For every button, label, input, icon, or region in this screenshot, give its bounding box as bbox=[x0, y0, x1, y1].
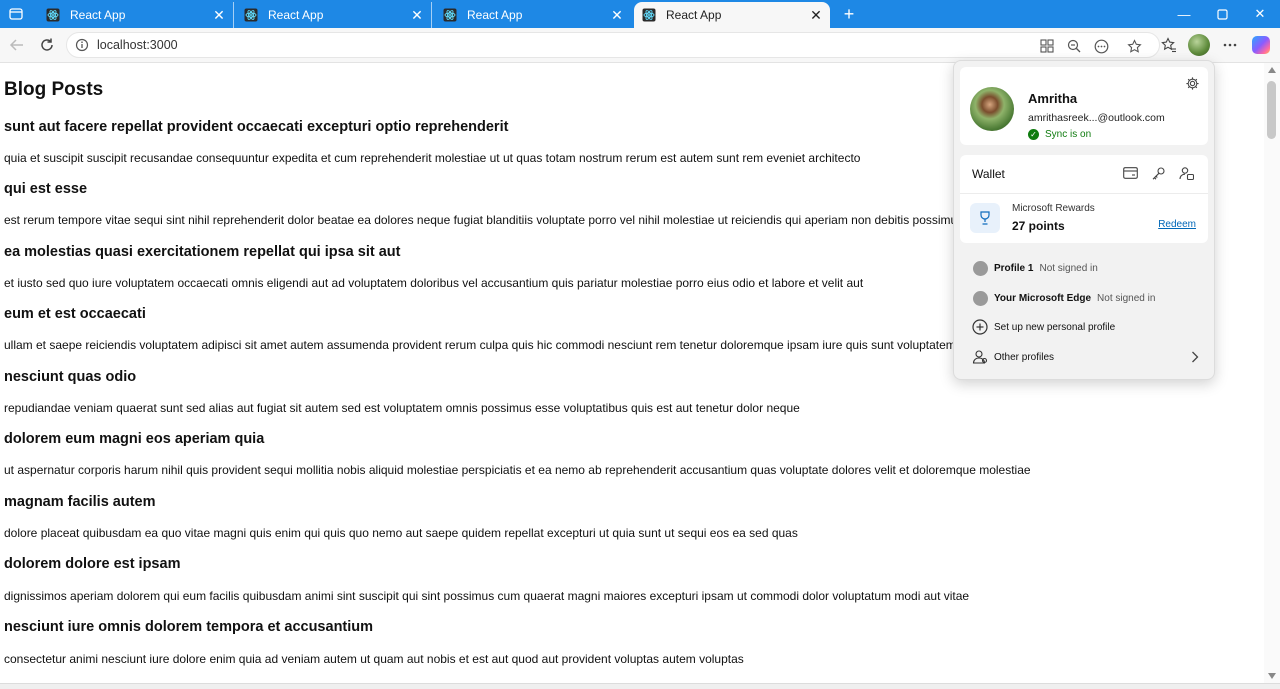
scroll-down-arrow-icon[interactable] bbox=[1268, 673, 1276, 679]
post-title: dolorem eum magni eos aperiam quia bbox=[4, 431, 265, 447]
favorites-icon[interactable] bbox=[1160, 36, 1178, 54]
post-body: consectetur animi nesciunt iure dolore e… bbox=[4, 652, 744, 666]
address-bar[interactable]: localhost:3000 bbox=[66, 32, 1160, 58]
tab-title: React App bbox=[268, 8, 324, 22]
browser-tab-1[interactable]: React App ✕ bbox=[38, 2, 234, 28]
other-profiles-label: Other profiles bbox=[994, 351, 1055, 363]
post-body: ullam et saepe reiciendis voluptatem adi… bbox=[4, 338, 1034, 352]
window-bottom-edge bbox=[0, 683, 1280, 689]
address-url[interactable]: localhost:3000 bbox=[97, 38, 178, 52]
site-info-icon[interactable] bbox=[75, 38, 89, 52]
post-title: ea molestias quasi exercitationem repell… bbox=[4, 244, 401, 260]
post-body: est rerum tempore vitae sequi sint nihil… bbox=[4, 213, 1070, 227]
profile-card: Amritha amrithasreek...@outlook.com ✓ Sy… bbox=[960, 67, 1208, 145]
profile-name: Amritha bbox=[1028, 91, 1078, 106]
personal-info-icon[interactable] bbox=[1178, 165, 1194, 181]
browser-tab-4-active[interactable]: React App ✕ bbox=[634, 2, 830, 28]
scrollbar-thumb[interactable] bbox=[1267, 81, 1276, 139]
zoom-out-icon[interactable] bbox=[1066, 38, 1082, 54]
post-title: sunt aut facere repellat provident occae… bbox=[4, 119, 509, 135]
scroll-up-arrow-icon[interactable] bbox=[1268, 67, 1276, 73]
react-favicon-icon bbox=[244, 8, 258, 22]
close-tab-icon[interactable]: ✕ bbox=[609, 7, 625, 23]
settings-more-icon[interactable] bbox=[1221, 36, 1239, 54]
redeem-link[interactable]: Redeem bbox=[1158, 219, 1196, 230]
browser-tab-3[interactable]: React App ✕ bbox=[435, 2, 631, 28]
profile-email: amrithasreek...@outlook.com bbox=[1028, 112, 1165, 124]
page-title: Blog Posts bbox=[4, 79, 104, 100]
tab-title: React App bbox=[467, 8, 523, 22]
post-body: et iusto sed quo iure voluptatem occaeca… bbox=[4, 276, 864, 290]
minimize-icon[interactable]: — bbox=[1174, 5, 1194, 23]
post-body: ut aspernatur corporis harum nihil quis … bbox=[4, 463, 1031, 477]
gear-icon[interactable] bbox=[1184, 75, 1200, 91]
profile-row-name: Profile 1 bbox=[994, 262, 1034, 274]
add-circle-icon bbox=[972, 319, 988, 335]
rewards-label: Microsoft Rewards bbox=[1012, 203, 1095, 214]
setup-new-profile-row[interactable]: Set up new personal profile bbox=[972, 317, 1202, 337]
wallet-card: Wallet Microsoft Rewards 27 points Redee… bbox=[960, 155, 1208, 243]
post-title: dolorem dolore est ipsam bbox=[4, 556, 181, 572]
page-scrollbar[interactable] bbox=[1264, 63, 1280, 683]
favorite-star-icon[interactable] bbox=[1126, 38, 1142, 54]
post-title: magnam facilis autem bbox=[4, 494, 156, 510]
browser-toolbar: localhost:3000 bbox=[0, 28, 1280, 63]
profile-row-microsoft-edge[interactable]: Your Microsoft Edge Not signed in bbox=[972, 288, 1202, 308]
wallet-label[interactable]: Wallet bbox=[972, 167, 1005, 181]
payment-card-icon[interactable] bbox=[1122, 165, 1138, 181]
post-title: eum et est occaecati bbox=[4, 306, 146, 322]
wallet-divider bbox=[960, 193, 1208, 194]
close-tab-icon[interactable]: ✕ bbox=[409, 7, 425, 23]
tab-strip: React App ✕ React App ✕ React App ✕ Reac… bbox=[0, 0, 1280, 28]
profile-photo bbox=[970, 87, 1014, 131]
setup-profile-label: Set up new personal profile bbox=[994, 321, 1116, 333]
profile-row-profile-1[interactable]: Profile 1 Not signed in bbox=[972, 258, 1202, 278]
other-profiles-row[interactable]: Other profiles bbox=[972, 347, 1202, 367]
rewards-points: 27 points bbox=[1012, 219, 1065, 233]
close-tab-icon[interactable]: ✕ bbox=[211, 7, 227, 23]
post-title: qui est esse bbox=[4, 181, 88, 197]
rewards-trophy-icon bbox=[970, 203, 1000, 233]
more-options-circle-icon[interactable] bbox=[1093, 38, 1109, 54]
react-favicon-icon bbox=[46, 8, 60, 22]
sync-label: Sync is on bbox=[1045, 129, 1092, 140]
tab-title: React App bbox=[70, 8, 126, 22]
tab-title: React App bbox=[666, 8, 722, 22]
refresh-icon[interactable] bbox=[38, 36, 56, 54]
new-tab-icon[interactable]: + bbox=[838, 4, 860, 24]
copilot-icon[interactable] bbox=[1252, 36, 1270, 54]
app-available-icon[interactable] bbox=[1039, 38, 1055, 54]
profile-row-status: Not signed in bbox=[1039, 262, 1098, 274]
close-window-icon[interactable]: ✕ bbox=[1250, 5, 1270, 23]
browser-tab-2[interactable]: React App ✕ bbox=[236, 2, 432, 28]
profile-avatar-icon bbox=[972, 260, 988, 276]
post-body: dignissimos aperiam dolorem qui eum faci… bbox=[4, 589, 970, 603]
close-tab-icon[interactable]: ✕ bbox=[808, 7, 824, 23]
profile-flyout: Amritha amrithasreek...@outlook.com ✓ Sy… bbox=[953, 60, 1215, 380]
react-favicon-icon bbox=[443, 8, 457, 22]
post-body: quia et suscipit suscipit recusandae con… bbox=[4, 151, 861, 165]
post-title: nesciunt quas odio bbox=[4, 369, 137, 385]
react-favicon-icon bbox=[642, 8, 656, 22]
profile-avatar-button[interactable] bbox=[1188, 34, 1210, 56]
post-body: dolore placeat quibusdam ea quo vitae ma… bbox=[4, 526, 798, 540]
chevron-right-icon bbox=[1188, 349, 1202, 365]
back-icon[interactable] bbox=[8, 36, 26, 54]
profile-avatar-icon bbox=[972, 290, 988, 306]
maximize-icon[interactable] bbox=[1212, 5, 1232, 23]
profile-row-status: Not signed in bbox=[1097, 292, 1156, 304]
post-body: repudiandae veniam quaerat sunt sed alia… bbox=[4, 401, 800, 415]
check-icon: ✓ bbox=[1028, 129, 1039, 140]
tab-actions-icon[interactable] bbox=[8, 6, 24, 22]
post-title: nesciunt iure omnis dolorem tempora et a… bbox=[4, 619, 374, 635]
sync-status[interactable]: ✓ Sync is on bbox=[1028, 129, 1091, 140]
profile-row-name: Your Microsoft Edge bbox=[994, 292, 1092, 304]
people-icon bbox=[972, 349, 988, 365]
password-key-icon[interactable] bbox=[1150, 165, 1166, 181]
